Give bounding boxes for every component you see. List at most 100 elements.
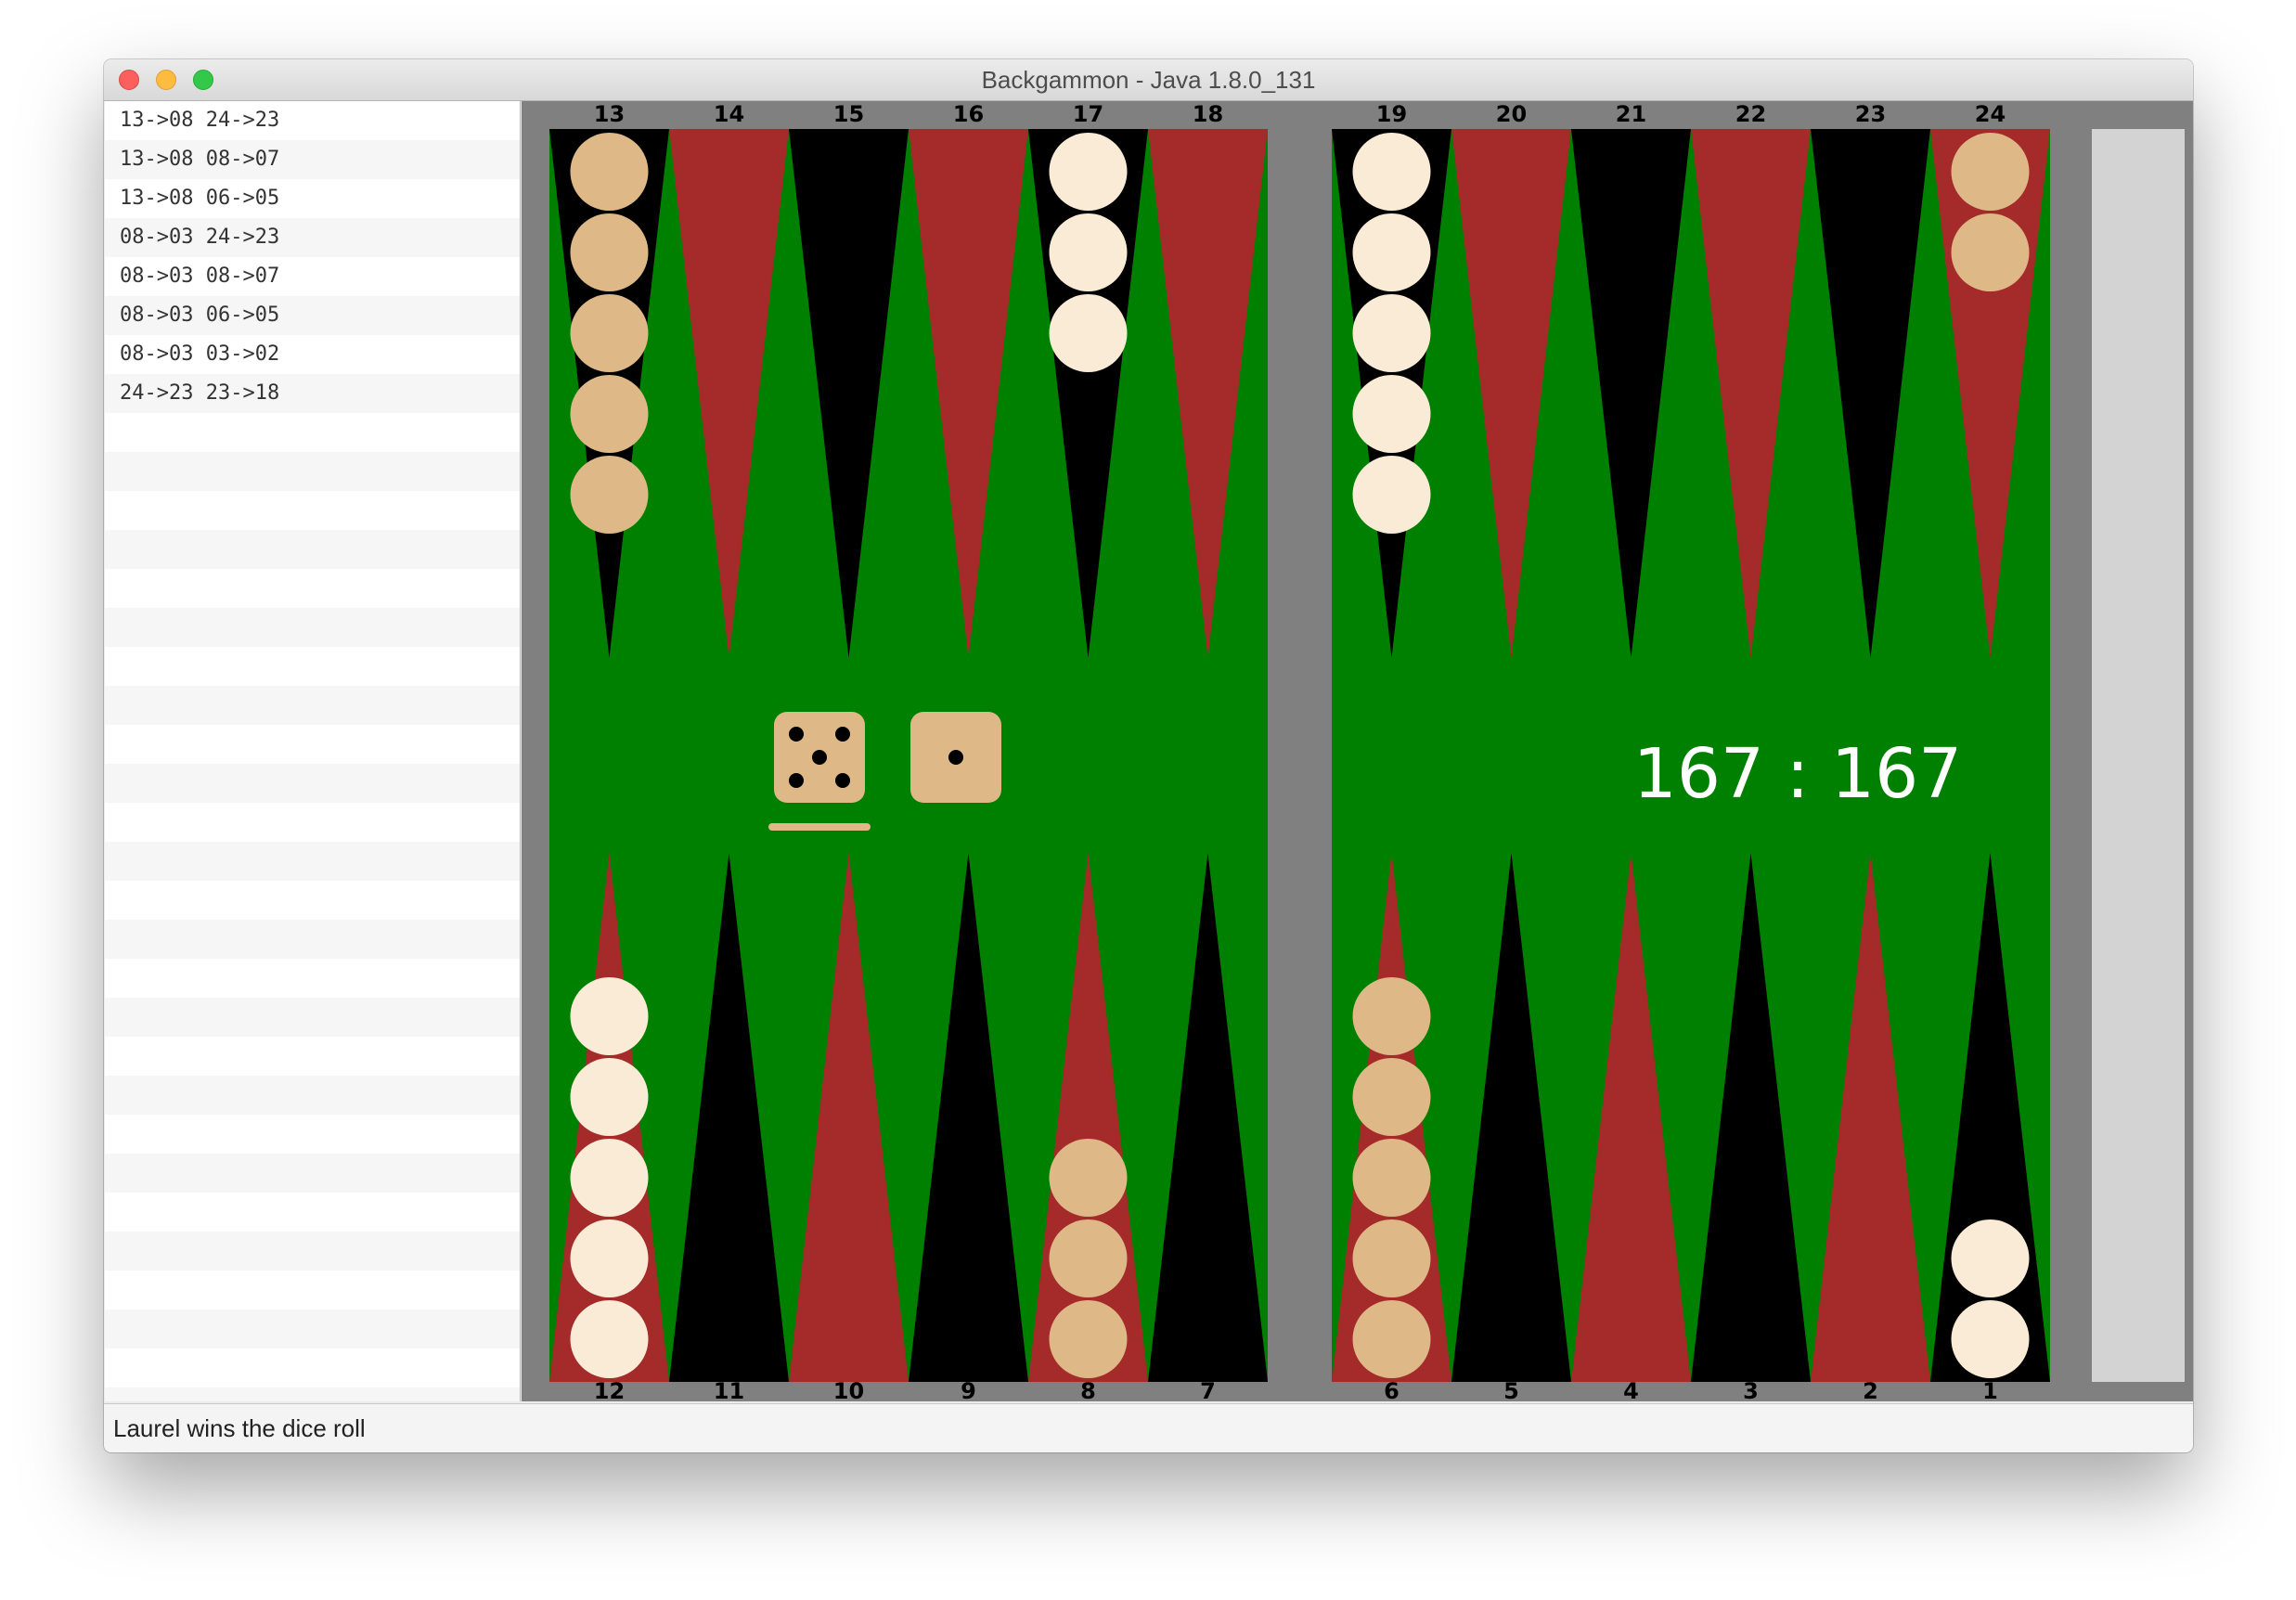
point-label-18: 18 [1193,101,1223,127]
tan-checker[interactable] [570,456,649,534]
tan-checker[interactable] [1352,1058,1431,1136]
active-die-indicator [768,823,871,831]
move-list-item[interactable]: 13->08 24->23 [105,101,520,140]
tan-checker[interactable] [1352,1300,1431,1378]
move-list-empty-row [105,1310,520,1348]
status-bar: Laurel wins the dice roll [104,1403,2193,1452]
tan-checker[interactable] [570,294,649,372]
bear-off-tray[interactable] [2092,129,2185,1382]
move-list-empty-row [105,1193,520,1232]
tan-checker[interactable] [1951,213,2030,291]
tan-checker[interactable] [1951,133,2030,211]
move-list-empty-row [105,998,520,1037]
move-list-empty-row [105,1076,520,1115]
die-pip [948,750,963,765]
tan-checker[interactable] [570,213,649,291]
move-list[interactable]: 13->08 24->23 13->08 08->07 13->08 06->05 0… [105,101,521,1401]
move-list-empty-row [105,725,520,764]
tan-checker[interactable] [1049,1300,1128,1378]
point-label-15: 15 [833,101,864,127]
move-list-empty-row [105,413,520,452]
cream-checker[interactable] [1352,213,1431,291]
point-label-13: 13 [594,101,625,127]
move-list-empty-row [105,842,520,881]
move-list-empty-row [105,1387,520,1401]
window-title: Backgammon - Java 1.8.0_131 [981,66,1316,94]
cream-checker[interactable] [1049,133,1128,211]
die-pip [789,727,804,742]
pip-count-score: 167 : 167 [1633,734,1962,814]
move-list-empty-row [105,803,520,842]
point-label-11: 11 [714,1378,744,1401]
cream-checker[interactable] [1049,294,1128,372]
tan-checker[interactable] [1352,1139,1431,1217]
point-label-5: 5 [1503,1378,1519,1401]
cream-checker[interactable] [1049,213,1128,291]
title-bar: Backgammon - Java 1.8.0_131 [104,59,2193,101]
point-label-12: 12 [594,1378,625,1401]
move-list-item[interactable]: 08->03 08->07 [105,257,520,296]
move-list-item[interactable]: 13->08 08->07 [105,140,520,179]
backgammon-board[interactable]: 13 14 15 16 17 18 19 20 21 22 23 2412 11 10 9 8 7 6 5 4 3 2 11… [522,101,2193,1401]
point-label-10: 10 [833,1378,864,1401]
point-label-1: 1 [1982,1378,1998,1401]
point-label-6: 6 [1384,1378,1400,1401]
die-pip [812,750,827,765]
move-list-empty-row [105,686,520,725]
move-list-empty-row [105,530,520,569]
move-list-empty-row [105,569,520,608]
point-label-9: 9 [961,1378,976,1401]
move-list-empty-row [105,608,520,647]
cream-checker[interactable] [570,977,649,1055]
app-window: Backgammon - Java 1.8.0_131 13->08 24->2… [104,59,2193,1452]
point-label-24: 24 [1975,101,2006,127]
move-list-empty-row [105,764,520,803]
cream-checker[interactable] [1352,456,1431,534]
move-list-empty-row [105,881,520,920]
cream-checker[interactable] [570,1300,649,1378]
point-label-4: 4 [1623,1378,1639,1401]
point-label-17: 17 [1073,101,1103,127]
tan-checker[interactable] [1049,1139,1128,1217]
point-label-3: 3 [1743,1378,1759,1401]
move-list-item[interactable]: 24->23 23->18 [105,374,520,413]
point-label-16: 16 [953,101,984,127]
point-label-8: 8 [1080,1378,1096,1401]
tan-checker[interactable] [570,133,649,211]
tan-checker[interactable] [1352,977,1431,1055]
left-half-felt [549,129,1268,1382]
die-pip [835,773,850,788]
cream-checker[interactable] [1352,375,1431,453]
move-list-item[interactable]: 08->03 03->02 [105,335,520,374]
point-label-22: 22 [1735,101,1766,127]
point-label-19: 19 [1376,101,1407,127]
move-list-empty-row [105,920,520,959]
move-list-empty-row [105,1037,520,1076]
move-list-empty-row [105,1348,520,1387]
tan-checker[interactable] [1352,1219,1431,1297]
tan-checker[interactable] [570,375,649,453]
tan-checker[interactable] [1049,1219,1128,1297]
cream-checker[interactable] [570,1058,649,1136]
move-list-item[interactable]: 13->08 06->05 [105,179,520,218]
cream-checker[interactable] [1352,133,1431,211]
move-list-empty-row [105,452,520,491]
point-label-21: 21 [1616,101,1646,127]
status-text: Laurel wins the dice roll [113,1414,366,1442]
move-list-item[interactable]: 08->03 24->23 [105,218,520,257]
move-list-item[interactable]: 08->03 06->05 [105,296,520,335]
cream-checker[interactable] [570,1219,649,1297]
point-label-7: 7 [1200,1378,1216,1401]
die-pip [835,727,850,742]
move-list-empty-row [105,1154,520,1193]
cream-checker[interactable] [1951,1300,2030,1378]
point-label-20: 20 [1496,101,1527,127]
point-label-23: 23 [1855,101,1886,127]
move-list-empty-row [105,1232,520,1271]
point-label-2: 2 [1863,1378,1878,1401]
die-pip [789,773,804,788]
cream-checker[interactable] [570,1139,649,1217]
cream-checker[interactable] [1352,294,1431,372]
cream-checker[interactable] [1951,1219,2030,1297]
move-list-empty-row [105,1271,520,1310]
